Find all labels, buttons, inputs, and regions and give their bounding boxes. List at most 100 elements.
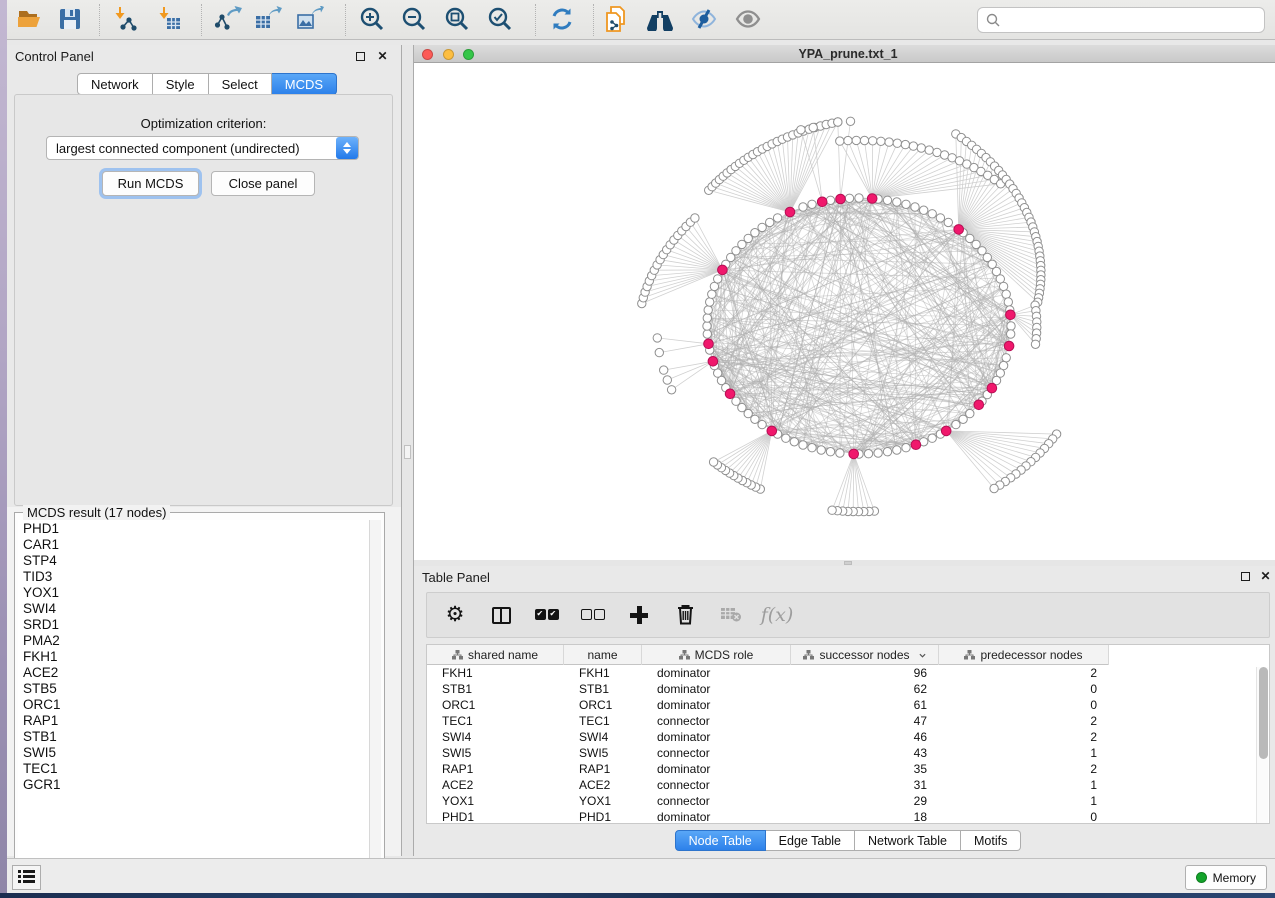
network-node[interactable] [706,298,714,306]
network-node[interactable] [893,446,901,454]
network-leaf-node[interactable] [828,506,836,514]
network-leaf-node[interactable] [909,142,917,150]
search-input[interactable] [1006,13,1256,27]
network-node[interactable] [911,203,919,211]
tab-motifs[interactable]: Motifs [961,830,1021,851]
table-settings-button[interactable]: ⚙ [441,600,469,630]
network-node[interactable] [826,448,834,456]
table-scrollbar-track[interactable] [1256,667,1268,823]
network-hub-node[interactable] [849,449,859,459]
network-node[interactable] [874,449,882,457]
network-leaf-node[interactable] [990,484,998,492]
network-leaf-node[interactable] [860,136,868,144]
network-hub-node[interactable] [974,400,984,410]
network-node[interactable] [952,420,960,428]
network-hub-node[interactable] [911,440,921,450]
tab-node-table[interactable]: Node Table [675,830,766,851]
network-node[interactable] [808,444,816,452]
tab-edge-table[interactable]: Edge Table [766,830,855,851]
mcds-result-item[interactable]: ACE2 [19,665,369,681]
splitter-grip[interactable] [844,561,852,565]
column-header-predecessor-nodes[interactable]: predecessor nodes [939,645,1109,665]
export-table-button[interactable] [251,7,285,34]
table-row[interactable]: RAP1RAP1dominator352 [427,761,1269,777]
network-hub-node[interactable] [704,339,714,349]
zoom-out-button[interactable] [397,7,431,34]
column-header-mcds-role[interactable]: MCDS role [642,645,791,665]
tab-mcds[interactable]: MCDS [272,73,337,95]
search-network-button[interactable] [643,7,677,34]
network-node[interactable] [999,282,1007,290]
network-node[interactable] [799,203,807,211]
mcds-result-item[interactable]: STB1 [19,729,369,745]
network-node[interactable] [790,438,798,446]
network-node[interactable] [1007,330,1015,338]
network-node[interactable] [1004,298,1012,306]
network-node[interactable] [1002,354,1010,362]
network-leaf-node[interactable] [663,376,671,384]
mcds-result-item[interactable]: SRD1 [19,617,369,633]
network-leaf-node[interactable] [877,137,885,145]
control-panel-float-button[interactable] [354,50,367,63]
hide-selected-button[interactable] [687,7,721,34]
network-leaf-node[interactable] [655,348,663,356]
tab-select[interactable]: Select [209,73,272,95]
network-node[interactable] [703,322,711,330]
network-leaf-node[interactable] [809,123,817,131]
table-row[interactable]: STB1STB1dominator620 [427,681,1269,697]
network-node[interactable] [944,218,952,226]
network-node[interactable] [1007,322,1015,330]
network-leaf-node[interactable] [844,136,852,144]
network-leaf-node[interactable] [885,138,893,146]
network-node[interactable] [732,397,740,405]
vertical-splitter[interactable] [401,45,414,856]
network-leaf-node[interactable] [901,140,909,148]
network-node[interactable] [714,275,722,283]
mcds-result-item[interactable]: FKH1 [19,649,369,665]
network-leaf-node[interactable] [653,334,661,342]
network-leaf-node[interactable] [869,137,877,145]
optimization-criterion-select[interactable]: largest connected component (undirected) [46,136,359,160]
network-hub-node[interactable] [1006,310,1016,320]
network-node[interactable] [703,330,711,338]
table-row[interactable]: ACE2ACE2connector311 [427,777,1269,793]
table-row[interactable]: SWI4SWI4dominator462 [427,729,1269,745]
function-builder-button[interactable]: f(x) [763,600,791,630]
mcds-result-item[interactable]: TEC1 [19,761,369,777]
network-leaf-node[interactable] [660,366,668,374]
splitter-grip[interactable] [404,445,411,459]
network-node[interactable] [836,449,844,457]
network-hub-node[interactable] [1004,341,1014,351]
table-row[interactable]: PHD1PHD1dominator180 [427,809,1269,824]
network-leaf-node[interactable] [709,458,717,466]
show-panels-button[interactable] [12,865,41,890]
network-node[interactable] [708,290,716,298]
network-node[interactable] [704,306,712,314]
network-hub-node[interactable] [718,265,728,275]
network-hub-node[interactable] [954,225,964,235]
table-scrollbar-thumb[interactable] [1259,667,1268,759]
network-node[interactable] [893,198,901,206]
mcds-result-list[interactable]: PHD1CAR1STP4TID3YOX1SWI4SRD1PMA2FKH1ACE2… [18,520,370,880]
network-node[interactable] [883,448,891,456]
network-hub-node[interactable] [817,197,827,207]
table-row[interactable]: FKH1FKH1dominator962 [427,665,1269,681]
network-node[interactable] [883,196,891,204]
show-columns-button[interactable] [487,600,515,630]
network-node[interactable] [782,434,790,442]
column-header-shared-name[interactable]: shared name [427,645,564,665]
network-node[interactable] [902,200,910,208]
network-node[interactable] [758,420,766,428]
show-all-button[interactable] [731,7,765,34]
network-node[interactable] [928,210,936,218]
network-leaf-node[interactable] [836,137,844,145]
zoom-in-button[interactable] [355,7,389,34]
mcds-result-item[interactable]: STP4 [19,553,369,569]
network-leaf-node[interactable] [893,139,901,147]
network-node[interactable] [936,214,944,222]
network-node[interactable] [902,444,910,452]
network-leaf-node[interactable] [1031,340,1039,348]
close-panel-button[interactable]: Close panel [211,171,315,196]
mcds-result-item[interactable]: PMA2 [19,633,369,649]
network-node[interactable] [1002,290,1010,298]
